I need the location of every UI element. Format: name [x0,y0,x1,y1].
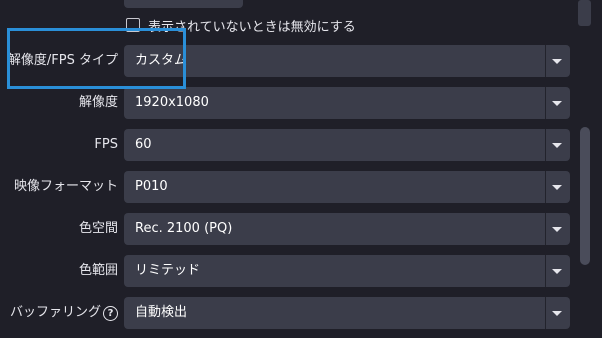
chevron-down-icon [552,101,562,106]
video-format-label: 映像フォーマット [13,179,118,194]
select-divider [545,87,546,119]
fps-select[interactable]: 60 [124,129,570,161]
help-icon[interactable]: ? [103,305,118,321]
resolution-fps-type-row: 解像度/FPS タイプ カスタム [0,45,572,77]
resolution-row: 解像度 1920x1080 [0,87,572,119]
chevron-down-icon [552,269,562,274]
resolution-select[interactable]: 1920x1080 [124,87,570,119]
chevron-down-icon [552,311,562,316]
select-divider [545,171,546,203]
color-space-select[interactable]: Rec. 2100 (PQ) [124,213,570,245]
select-divider [545,213,546,245]
resolution-fps-type-value: カスタム [135,53,188,68]
buffering-select[interactable]: 自動検出 [124,297,570,329]
disable-when-hidden-checkbox[interactable] [126,18,140,32]
fps-label: FPS [94,137,118,152]
select-divider [545,129,546,161]
color-range-row: 色範囲 リミテッド [0,255,572,287]
video-format-value: P010 [135,179,168,194]
buffering-row: バッファリング ? 自動検出 [0,297,572,329]
buffering-label-group: バッファリング ? [10,297,118,329]
partial-top-control[interactable] [124,0,243,8]
resolution-label: 解像度 [78,95,118,110]
buffering-value: 自動検出 [135,305,188,320]
scrollbar-thumb[interactable] [580,127,590,265]
fps-row: FPS 60 [0,129,572,161]
color-space-label: 色空間 [78,221,118,236]
chevron-down-icon [552,59,562,64]
disable-when-hidden-row[interactable]: 表示されていないときは無効にする [126,16,356,35]
select-divider [545,297,546,329]
chevron-down-icon [552,185,562,190]
video-format-row: 映像フォーマット P010 [0,171,572,203]
chevron-down-icon [552,227,562,232]
select-divider [545,255,546,287]
color-space-row: 色空間 Rec. 2100 (PQ) [0,213,572,245]
color-range-select[interactable]: リミテッド [124,255,570,287]
color-range-label: 色範囲 [78,263,118,278]
disable-when-hidden-label: 表示されていないときは無効にする [148,19,356,35]
color-space-value: Rec. 2100 (PQ) [135,221,233,236]
resolution-fps-type-label: 解像度/FPS タイプ [7,53,118,68]
resolution-fps-type-select[interactable]: カスタム [124,45,570,77]
color-range-value: リミテッド [135,263,201,278]
fps-value: 60 [135,137,152,152]
select-divider [545,45,546,77]
resolution-value: 1920x1080 [135,95,209,110]
scrollbar-top-cap[interactable] [578,0,591,26]
chevron-down-icon [552,143,562,148]
buffering-label: バッファリング [9,305,101,320]
video-format-select[interactable]: P010 [124,171,570,203]
